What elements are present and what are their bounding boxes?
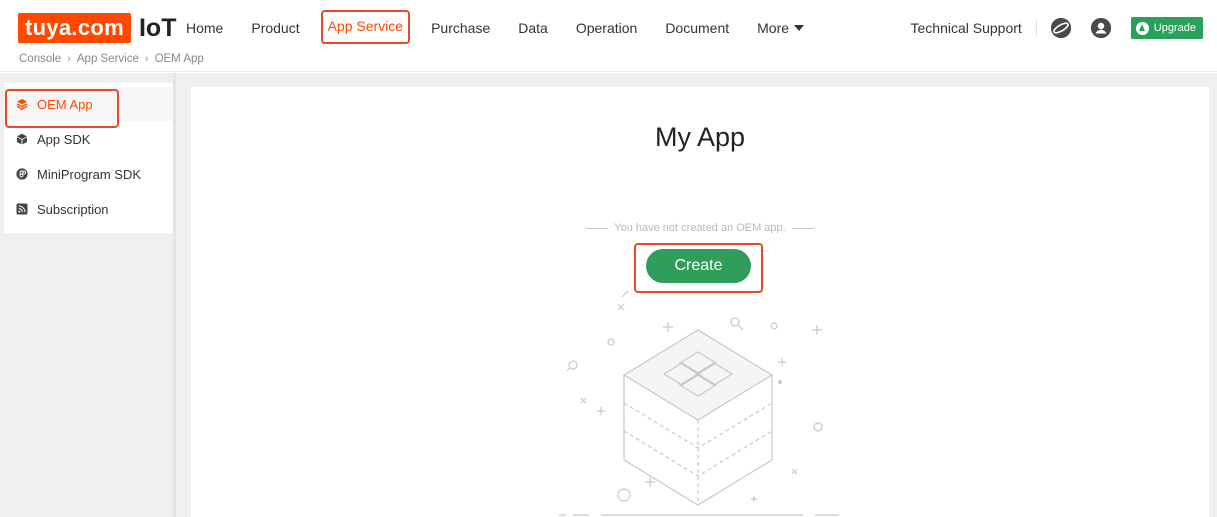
annotation-highlight-create [634,243,763,293]
upgrade-label: Upgrade [1153,22,1196,34]
nav-purchase[interactable]: Purchase [431,12,490,44]
planet-icon[interactable] [1050,18,1071,38]
sidebar-item-label: App SDK [37,131,91,147]
nav-document[interactable]: Document [665,12,729,44]
rss-icon [16,203,28,215]
cube-icon [16,133,28,145]
breadcrumb-oem-app: OEM App [154,53,204,65]
sidebar-item-label: MiniProgram SDK [37,166,142,182]
sidebar-item-miniprogram-sdk[interactable]: MiniProgram SDK [4,157,173,191]
nav-home[interactable]: Home [186,12,223,44]
sidebar-divider [173,73,176,517]
logo-wordmark: tuya.com [18,13,131,43]
logo-product: IoT [138,13,177,42]
main-nav: Home Product App Service Purchase Data O… [186,10,832,44]
upgrade-button[interactable]: Upgrade [1130,17,1203,39]
upgrade-arrow-icon [1135,21,1149,35]
miniprogram-icon [16,168,28,180]
breadcrumb: Console › App Service › OEM App [19,53,204,65]
nav-product[interactable]: Product [251,12,299,44]
nav-data[interactable]: Data [518,12,548,44]
tuya-logo[interactable]: tuya.com IoT [18,13,176,43]
empty-box-illustration [559,290,839,516]
nav-operation[interactable]: Operation [576,12,637,44]
user-avatar-icon[interactable] [1090,18,1111,38]
sidebar-item-label: Subscription [37,201,109,217]
breadcrumb-app-service[interactable]: App Service [77,53,139,65]
caret-down-icon [794,25,805,31]
top-nav-bar: tuya.com IoT Home Product App Service Pu… [0,0,1217,72]
nav-more-label: More [757,20,790,36]
annotation-highlight-oem-app [5,89,119,128]
nav-app-service[interactable]: App Service [320,10,411,44]
divider [1035,20,1037,36]
sidebar-item-subscription[interactable]: Subscription [4,192,173,226]
main-panel: My App You have not created an OEM app. … [191,87,1209,517]
technical-support-link[interactable]: Technical Support [911,20,1022,36]
header-tools: Technical Support Upgrade [911,16,1203,40]
nav-more[interactable]: More [757,12,805,44]
chevron-right-icon: › [144,53,149,65]
breadcrumb-console[interactable]: Console [19,53,61,65]
chevron-right-icon: › [67,53,71,65]
